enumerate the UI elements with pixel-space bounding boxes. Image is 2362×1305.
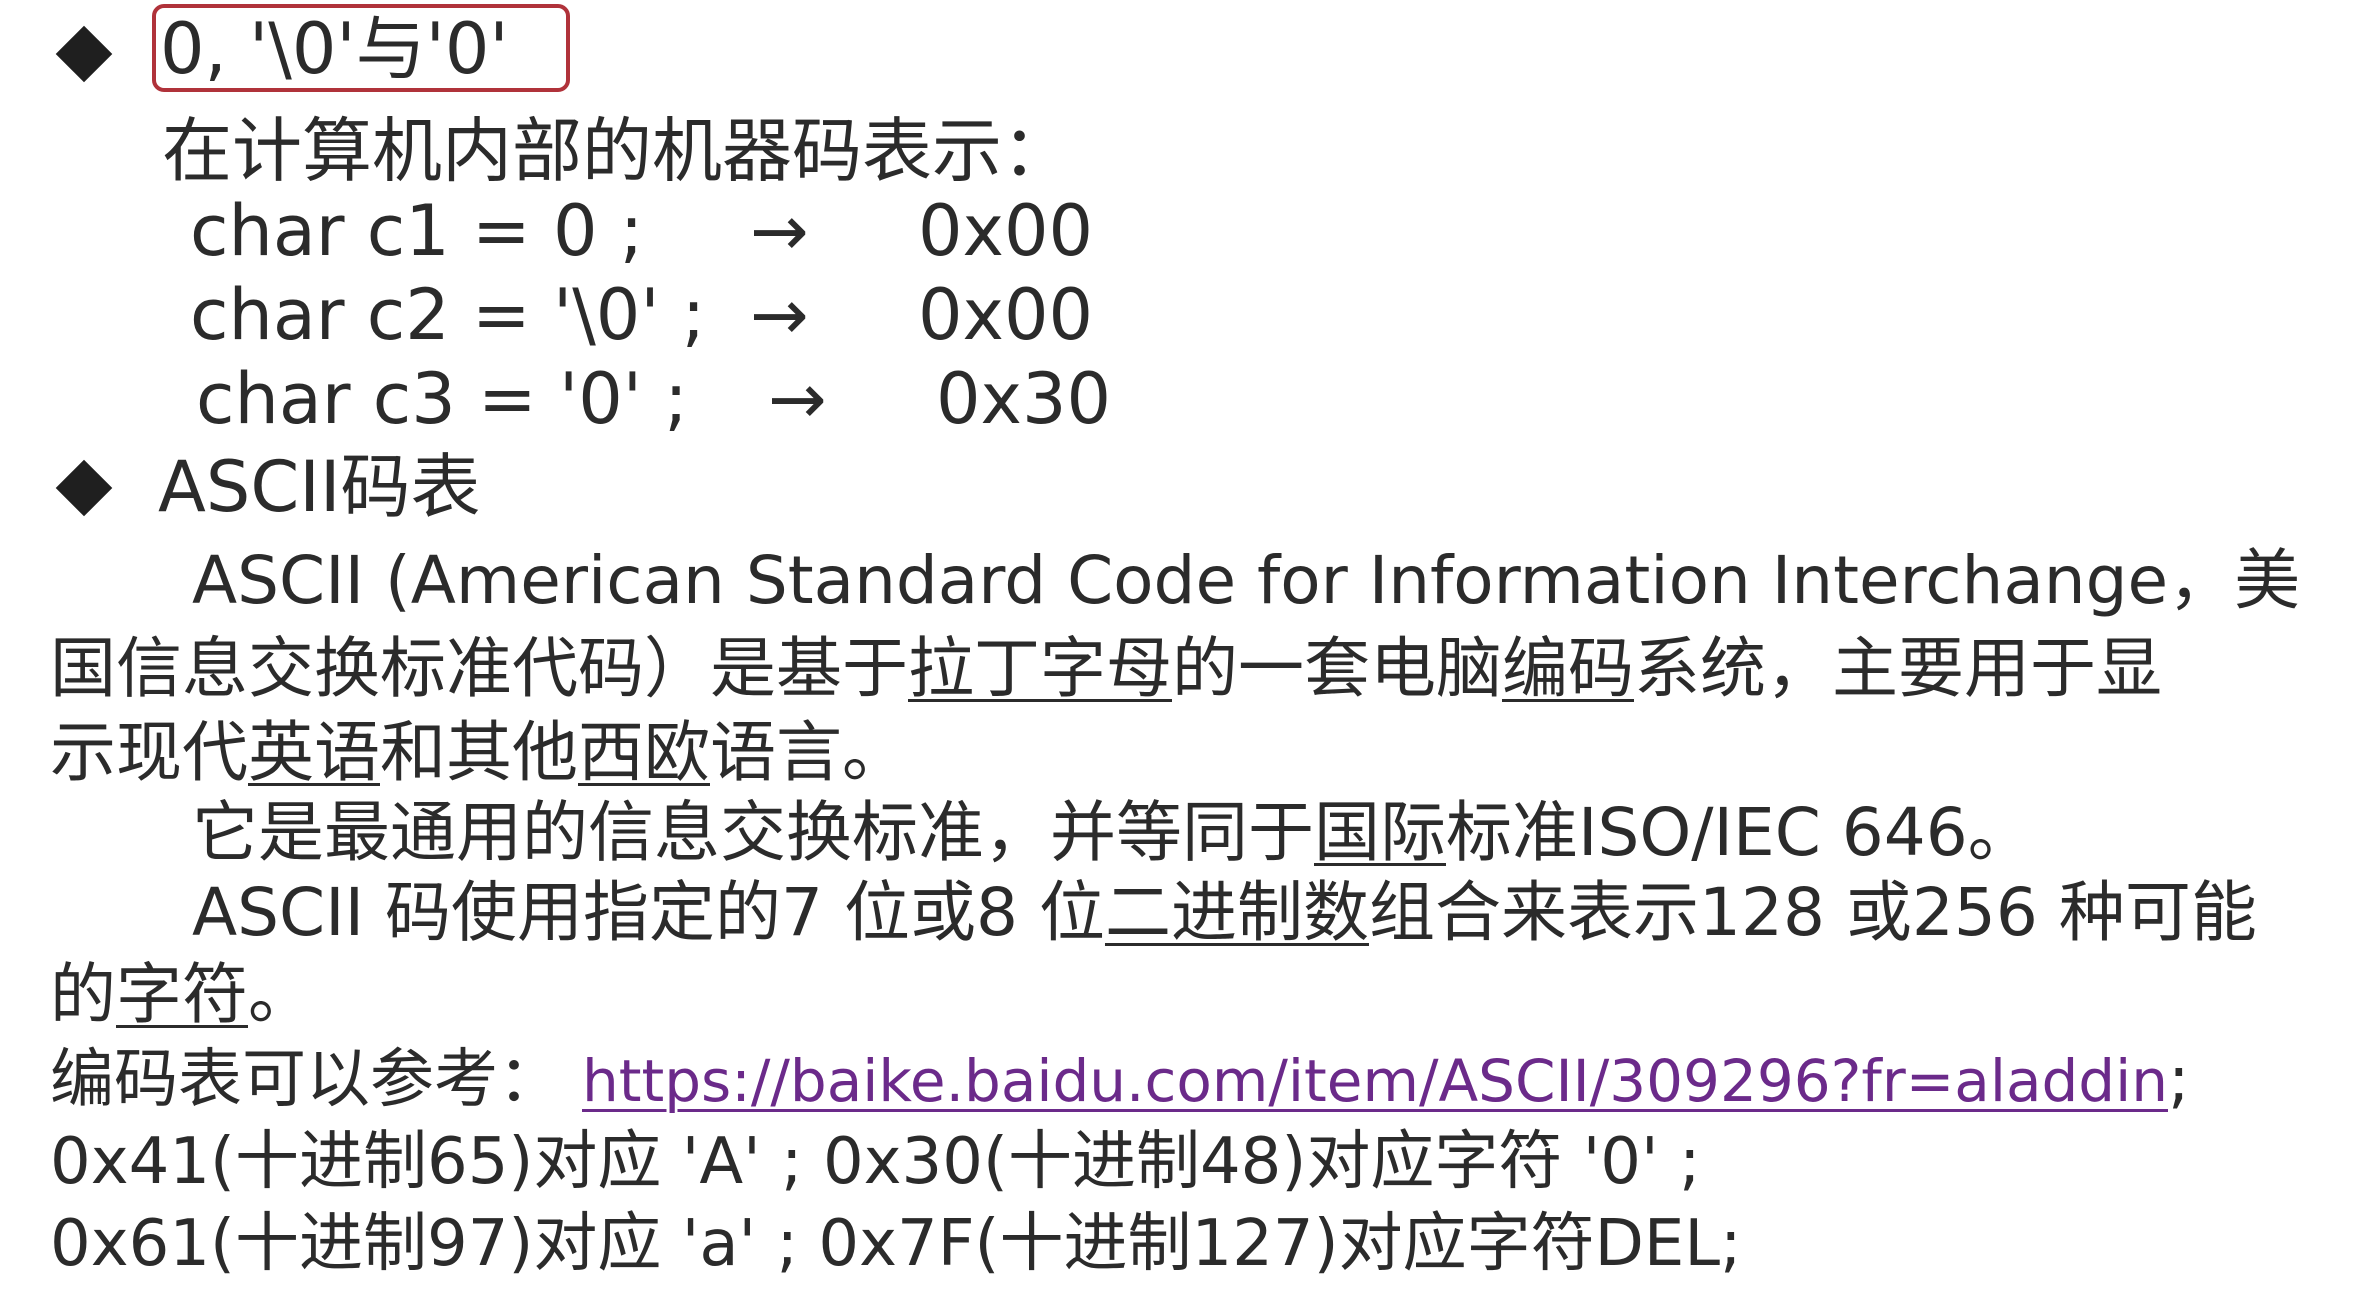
reference-label: 编码表可以参考：	[50, 1043, 562, 1117]
example-line-2: 0x61(十进制97)对应 'a' ; 0x7F(十进制127)对应字符DEL;	[50, 1207, 1742, 1281]
code-row-3: char c3 = '0' ;	[196, 358, 688, 440]
link-international[interactable]: 国际	[1314, 794, 1446, 871]
paragraph-2: 它是最通用的信息交换标准，并等同于国际标准ISO/IEC 646。	[192, 800, 2034, 866]
link-latin-alphabet[interactable]: 拉丁字母	[908, 630, 1172, 707]
text: 它是最通用的信息交换标准，并等同于	[192, 794, 1314, 871]
bullet-diamond-2	[55, 459, 113, 517]
arrow-icon: →	[750, 274, 809, 356]
paragraph-3-line-1: ASCII 码使用指定的7 位或8 位二进制数组合来表示128 或256 种可能	[192, 880, 2257, 946]
paragraph-1-line-3: 示现代英语和其他西欧语言。	[50, 720, 908, 786]
hex-row-1: 0x00	[918, 190, 1094, 272]
reference-link[interactable]: https://baike.baidu.com/item/ASCII/30929…	[582, 1047, 2168, 1115]
arrow-icon: →	[750, 190, 809, 272]
text: 示现代	[50, 714, 248, 791]
text: 组合来表示128 或256 种可能	[1368, 874, 2257, 951]
text: 系统，主要用于显	[1634, 630, 2162, 707]
example-line-1: 0x41(十进制65)对应 'A' ; 0x30(十进制48)对应字符 '0' …	[50, 1125, 1701, 1199]
reference-line: 编码表可以参考： https://baike.baidu.com/item/ASC…	[50, 1048, 2190, 1112]
link-english[interactable]: 英语	[248, 714, 380, 791]
hex-row-3: 0x30	[936, 358, 1112, 440]
section2-title: ASCII码表	[158, 446, 481, 528]
text: 。	[248, 956, 314, 1033]
paragraph-1-line-1: ASCII (American Standard Code for Inform…	[192, 542, 2301, 619]
reference-end: ;	[2168, 1043, 2190, 1117]
paragraph-3-line-2: 的字符。	[50, 962, 314, 1028]
link-western-europe[interactable]: 西欧	[578, 714, 710, 791]
text: 国信息交换标准代码）是基于	[50, 630, 908, 707]
bullet-diamond-1	[55, 25, 113, 83]
text: 标准ISO/IEC 646。	[1446, 794, 2034, 871]
text: 的一套电脑	[1172, 630, 1502, 707]
arrow-icon: →	[768, 358, 827, 440]
text: ASCII 码使用指定的7 位或8 位	[192, 874, 1105, 951]
code-row-1: char c1 = 0 ;	[190, 190, 644, 272]
link-character[interactable]: 字符	[116, 956, 248, 1033]
text: 和其他	[380, 714, 578, 791]
text: 的	[50, 956, 116, 1033]
link-encoding[interactable]: 编码	[1502, 630, 1634, 707]
section1-title: 0, '\0'与'0'	[160, 8, 509, 90]
link-binary[interactable]: 二进制数	[1105, 874, 1369, 951]
text: 语言。	[710, 714, 908, 791]
code-row-2: char c2 = '\0' ;	[190, 274, 706, 356]
section1-intro: 在计算机内部的机器码表示：	[162, 110, 1072, 192]
hex-row-2: 0x00	[918, 274, 1094, 356]
paragraph-1-line-2: 国信息交换标准代码）是基于拉丁字母的一套电脑编码系统，主要用于显	[50, 636, 2162, 702]
